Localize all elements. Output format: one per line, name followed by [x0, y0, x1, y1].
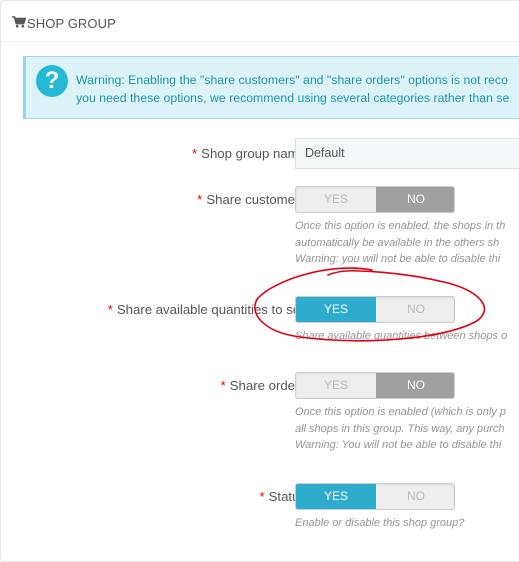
- share-quantities-yes[interactable]: YES: [296, 297, 376, 322]
- panel-heading: SHOP GROUP: [1, 1, 519, 42]
- share-customers-no[interactable]: NO: [376, 187, 454, 212]
- alert-line: Warning: Enabling the "share customers" …: [76, 73, 508, 87]
- share-orders-no[interactable]: NO: [376, 373, 454, 398]
- share-customers-label: * Share customers: [197, 192, 306, 207]
- cart-icon: [12, 16, 26, 28]
- share-quantities-switch[interactable]: YES NO: [295, 296, 455, 323]
- share-orders-label: * Share orders: [221, 378, 306, 393]
- status-yes[interactable]: YES: [296, 484, 376, 509]
- shop-group-name-label: * Shop group name: [192, 146, 306, 161]
- required-mark: *: [259, 489, 265, 504]
- question-icon: ?: [36, 65, 68, 97]
- share-quantities-help: Share available quantities between shops…: [295, 328, 519, 345]
- status-no[interactable]: NO: [376, 484, 454, 509]
- help-line: automatically be available in the others…: [295, 236, 500, 249]
- shop-group-panel: SHOP GROUP ? Warning: Enabling the "shar…: [0, 0, 519, 562]
- shop-group-name-input[interactable]: Default: [295, 138, 519, 169]
- help-line: Warning: you will not be able to disable…: [295, 253, 501, 265]
- share-customers-help: Once this option is enabled, the shops i…: [295, 218, 519, 268]
- help-line: Enable or disable this shop group?: [295, 517, 465, 529]
- label-text: Shop group name: [201, 146, 306, 161]
- status-switch[interactable]: YES NO: [295, 483, 455, 510]
- share-orders-yes[interactable]: YES: [296, 373, 376, 398]
- help-line: Once this option is enabled, the shops i…: [295, 220, 506, 232]
- alert-text: Warning: Enabling the "share customers" …: [76, 71, 519, 107]
- label-text: Share available quantities to sell: [116, 302, 306, 317]
- panel-title: SHOP GROUP: [27, 16, 116, 31]
- help-line: Share available quantities between shops…: [295, 330, 508, 342]
- label-text: Share customers: [206, 192, 306, 207]
- status-help: Enable or disable this shop group?: [295, 515, 519, 532]
- help-line: all shops in this group. This way, any p…: [295, 422, 505, 435]
- required-mark: *: [220, 378, 226, 393]
- required-mark: *: [192, 146, 198, 161]
- warning-alert: ? Warning: Enabling the "share customers…: [23, 56, 519, 119]
- alert-line: you need these options, we recommend usi…: [76, 91, 510, 105]
- required-mark: *: [197, 192, 203, 207]
- help-line: Warning: You will not be able to disable…: [295, 439, 502, 451]
- share-quantities-label: * Share available quantities to sell: [108, 302, 306, 317]
- required-mark: *: [107, 302, 113, 317]
- share-customers-switch[interactable]: YES NO: [295, 186, 455, 213]
- share-orders-help: Once this option is enabled (which is on…: [295, 404, 519, 454]
- share-orders-switch[interactable]: YES NO: [295, 372, 455, 399]
- help-line: Once this option is enabled (which is on…: [295, 406, 506, 418]
- share-quantities-no[interactable]: NO: [376, 297, 454, 322]
- share-customers-yes[interactable]: YES: [296, 187, 376, 212]
